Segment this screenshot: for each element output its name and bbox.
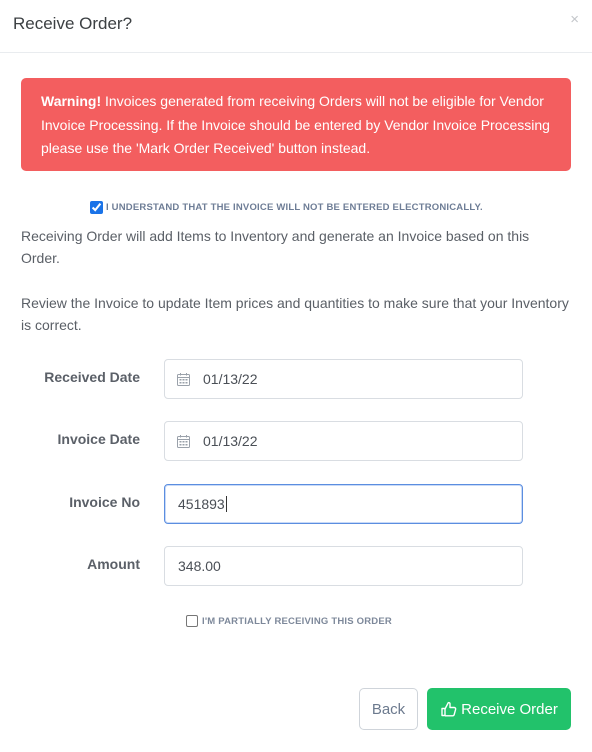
- close-button[interactable]: ×: [570, 11, 579, 29]
- warning-text: Invoices generated from receiving Orders…: [41, 93, 550, 156]
- amount-input[interactable]: 348.00: [164, 546, 523, 586]
- amount-label: Amount: [87, 556, 140, 572]
- invoice-date-label: Invoice Date: [57, 431, 140, 447]
- amount-row: Amount 348.00: [0, 546, 592, 586]
- receive-order-button[interactable]: Receive Order: [427, 688, 571, 730]
- warning-alert: Warning! Invoices generated from receivi…: [21, 78, 571, 171]
- invoice-date-value: 01/13/22: [203, 433, 258, 449]
- calendar-icon: [177, 372, 190, 386]
- invoice-date-field[interactable]: 01/13/22: [164, 421, 523, 461]
- text-caret: [225, 496, 227, 512]
- received-date-label: Received Date: [44, 369, 140, 385]
- received-date-row: Received Date 01/13/22: [0, 359, 592, 399]
- warning-lead: Warning!: [41, 93, 102, 109]
- partial-receive-checkbox[interactable]: [186, 615, 198, 627]
- received-date-field[interactable]: 01/13/22: [164, 359, 523, 399]
- understand-checkbox[interactable]: [90, 200, 103, 214]
- invoice-no-label: Invoice No: [69, 494, 140, 510]
- modal-header: Receive Order? ×: [0, 0, 592, 53]
- receiving-info-text: Receiving Order will add Items to Invent…: [21, 228, 530, 266]
- invoice-no-input[interactable]: 451893: [164, 484, 523, 524]
- back-button[interactable]: Back: [359, 688, 418, 730]
- received-date-value: 01/13/22: [203, 371, 258, 387]
- modal-title: Receive Order?: [13, 14, 133, 33]
- receive-order-modal: Receive Order? × Warning! Invoices gener…: [0, 0, 592, 752]
- invoice-no-value: 451893: [178, 496, 225, 512]
- understand-checkbox-row[interactable]: I understand that the invoice will not b…: [90, 199, 483, 215]
- review-info-text: Review the Invoice to update Item prices…: [21, 295, 569, 333]
- partial-receive-label: I'm partially receiving this order: [202, 615, 392, 627]
- calendar-icon: [177, 434, 190, 448]
- receive-order-label: Receive Order: [461, 700, 558, 718]
- understand-label: I understand that the invoice will not b…: [106, 201, 483, 213]
- invoice-date-row: Invoice Date 01/13/22: [0, 421, 592, 461]
- amount-value: 348.00: [178, 558, 221, 574]
- hand-thumbs-up-icon: [441, 701, 457, 717]
- invoice-no-row: Invoice No 451893: [0, 484, 592, 524]
- partial-receive-checkbox-row[interactable]: I'm partially receiving this order: [186, 613, 392, 629]
